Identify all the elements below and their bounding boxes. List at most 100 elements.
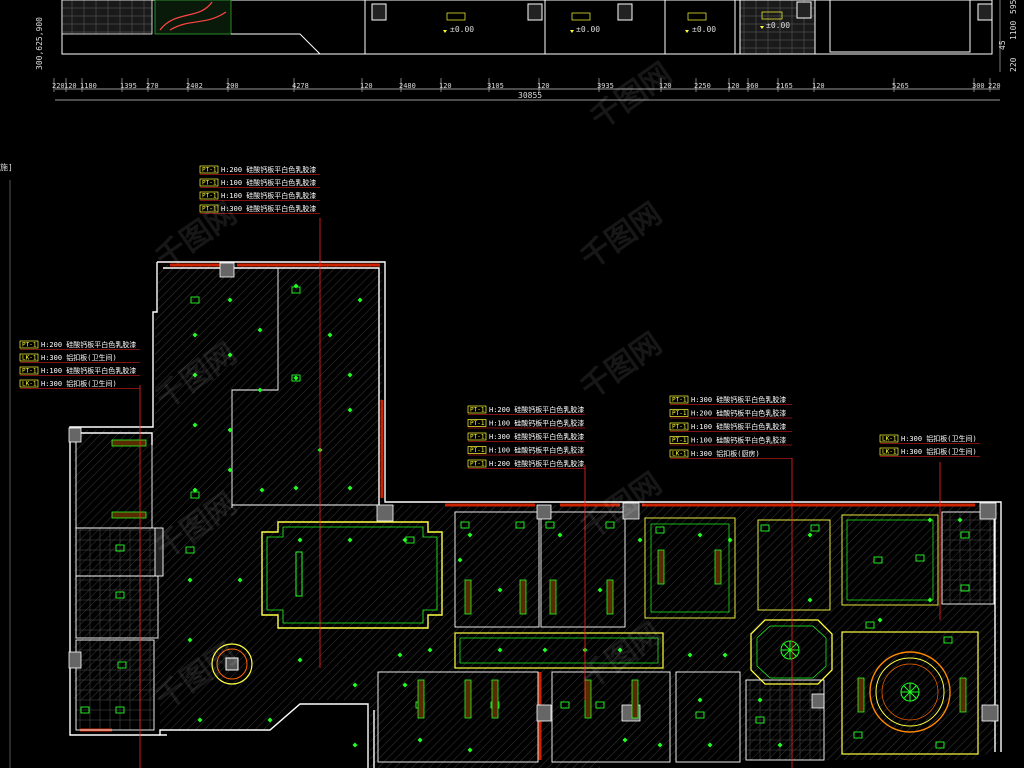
dimension-total: 30855 [518,91,542,100]
bathroom-grid-2 [75,575,159,639]
linear-light-icon [857,677,865,713]
right-dim-2: 1100 [1009,21,1018,40]
dimension-value: 120 [812,82,825,90]
elevation-bay-2 [544,0,666,55]
level-mark-2-text: ±0.00 [576,25,600,34]
legend-text: H:100 硅酸钙板平白色乳胶漆 [221,178,316,187]
linear-light-icon [464,679,472,719]
dimension-value: 220 [988,82,1001,90]
dimension-value: 120 [439,82,452,90]
right-dim-1: 45 [998,40,1007,50]
ceiling-plan-drawing: ±0.00 ±0.00 ±0.00 ±0.00 45 300,625,900 4… [0,0,1018,768]
legend-text: H:100 硅酸钙板平白色乳胶漆 [41,366,136,375]
legend-text: H:300 硅酸钙板平白色乳胶漆 [691,395,786,404]
linear-light-icon [631,679,639,719]
legend-tag: PT-1 [470,461,485,468]
level-mark-2: ±0.00 [570,12,600,34]
legend-tag: LK-1 [672,451,687,458]
legend-tag: PT-1 [672,410,687,417]
dimension-value: 2165 [776,82,793,90]
legend-tag: PT-1 [22,368,37,375]
linear-light-icon [606,579,614,615]
legend-text: H:200 硅酸钙板平白色乳胶漆 [41,340,136,349]
dimension-value: 300 [972,82,985,90]
dimension-value: 120 [727,82,740,90]
elevation-column-4 [796,1,812,19]
linear-light-icon [519,579,527,615]
legend-text: H:200 硅酸钙板平白色乳胶漆 [691,409,786,418]
dimension-value: 360 [746,82,759,90]
legend-text: H:300 铝扣板(卫生间) [901,447,977,456]
downlight-icon [352,742,358,748]
elevation-column-5 [977,3,993,21]
legend-right: LK-1 H:300 铝扣板(卫生间) LK-1 H:300 铝扣板(卫生间) [879,434,980,457]
legend-text: H:300 硅酸钙板平白色乳胶漆 [221,204,316,213]
legend-tag: LK-1 [882,436,897,443]
legend-tag: PT-1 [202,180,217,187]
legend-tag: PT-1 [22,342,37,349]
legend-tag: PT-1 [672,424,687,431]
elevation-tree-panel [154,0,232,35]
right-dim-3: 595 [1009,0,1018,14]
linear-light-icon [464,579,472,615]
legend-text: H:100 硅酸钙板平白色乳胶漆 [691,422,786,431]
dimension-value: 270 [146,82,159,90]
dimension-value: 1395 [120,82,137,90]
linear-light-icon [491,679,499,719]
legend-text: H:200 硅酸钙板平白色乳胶漆 [489,459,584,468]
dimension-value: 120 [64,82,77,90]
elevation-strip: ±0.00 ±0.00 ±0.00 ±0.00 45 300,625,900 4… [35,0,1018,72]
linear-light-icon [111,439,147,447]
legend-text: H:100 硅酸钙板平白色乳胶漆 [489,446,584,455]
dimension-value: 1180 [80,82,97,90]
dimension-value: 2480 [399,82,416,90]
linear-light-icon [959,677,967,713]
legend-tag: PT-1 [470,420,485,427]
legend-text: H:200 硅酸钙板平白色乳胶漆 [221,165,316,174]
legend-tag: LK-1 [22,355,37,362]
linear-light-icon [714,549,722,585]
elevation-column-2 [527,3,543,21]
legend-tag: PT-1 [470,407,485,414]
legend-tag: PT-1 [202,193,217,200]
legend-text: H:100 硅酸钙板平白色乳胶漆 [489,419,584,428]
legend-text: H:300 铝扣板(厨房) [691,449,760,458]
legend-left: PT-1 H:200 硅酸钙板平白色乳胶漆 LK-1 H:300 铝扣板(卫生间) PT… [19,340,140,389]
legend-text: H:300 铝扣板(卫生间) [901,434,977,443]
left-vertical-dimension: 300,625,900 [35,17,44,70]
level-mark-1: ±0.00 [443,12,474,34]
level-mark-3-text: ±0.00 [692,25,716,34]
legend-middle: PT-1 H:200 硅酸钙板平白色乳胶漆 PT-1 H:100 硅酸钙板平白色乳胶漆… [467,405,585,469]
level-mark-1-text: ±0.00 [450,25,474,34]
linear-light-icon [111,511,147,519]
level-mark-4-text: ±0.00 [766,21,790,30]
right-dim-4: 220 [1009,57,1018,72]
elevation-step [231,33,321,55]
dimension-value: 200 [226,82,239,90]
elevation-left-panel [61,0,153,35]
level-mark-3: ±0.00 [685,12,716,34]
legend-tag: PT-1 [470,447,485,454]
dimension-segments: 220 120 1180 1395 270 2402 200 4278 120 2480 120 31… [52,78,1001,92]
legend-text: H:300 铝扣板(卫生间) [41,379,117,388]
watermark-1: 千图网 [585,56,679,136]
dimension-value: 220 [52,82,65,90]
legend-tag: PT-1 [470,434,485,441]
dimension-chain: 220 120 1180 1395 270 2402 200 4278 120 2480 120 31… [52,78,1001,101]
watermark-4: 千图网 [575,326,669,406]
linear-light-icon [549,579,557,615]
legend-tag: LK-1 [22,381,37,388]
dimension-value: 4278 [292,82,309,90]
legend-tag: PT-1 [202,167,217,174]
dimension-value: 5265 [892,82,909,90]
dimension-value: 3105 [487,82,504,90]
watermark-2: 千图网 [575,196,669,276]
bathroom-grid-1 [75,527,159,577]
legend-text: H:300 铝扣板(卫生间) [41,353,117,362]
dimension-value: 120 [537,82,550,90]
elevation-column-1 [371,3,387,21]
linear-light-icon [417,679,425,719]
elevation-column-3 [617,3,633,21]
dimension-value: 2402 [186,82,203,90]
legend-text: H:300 硅酸钙板平白色乳胶漆 [489,432,584,441]
